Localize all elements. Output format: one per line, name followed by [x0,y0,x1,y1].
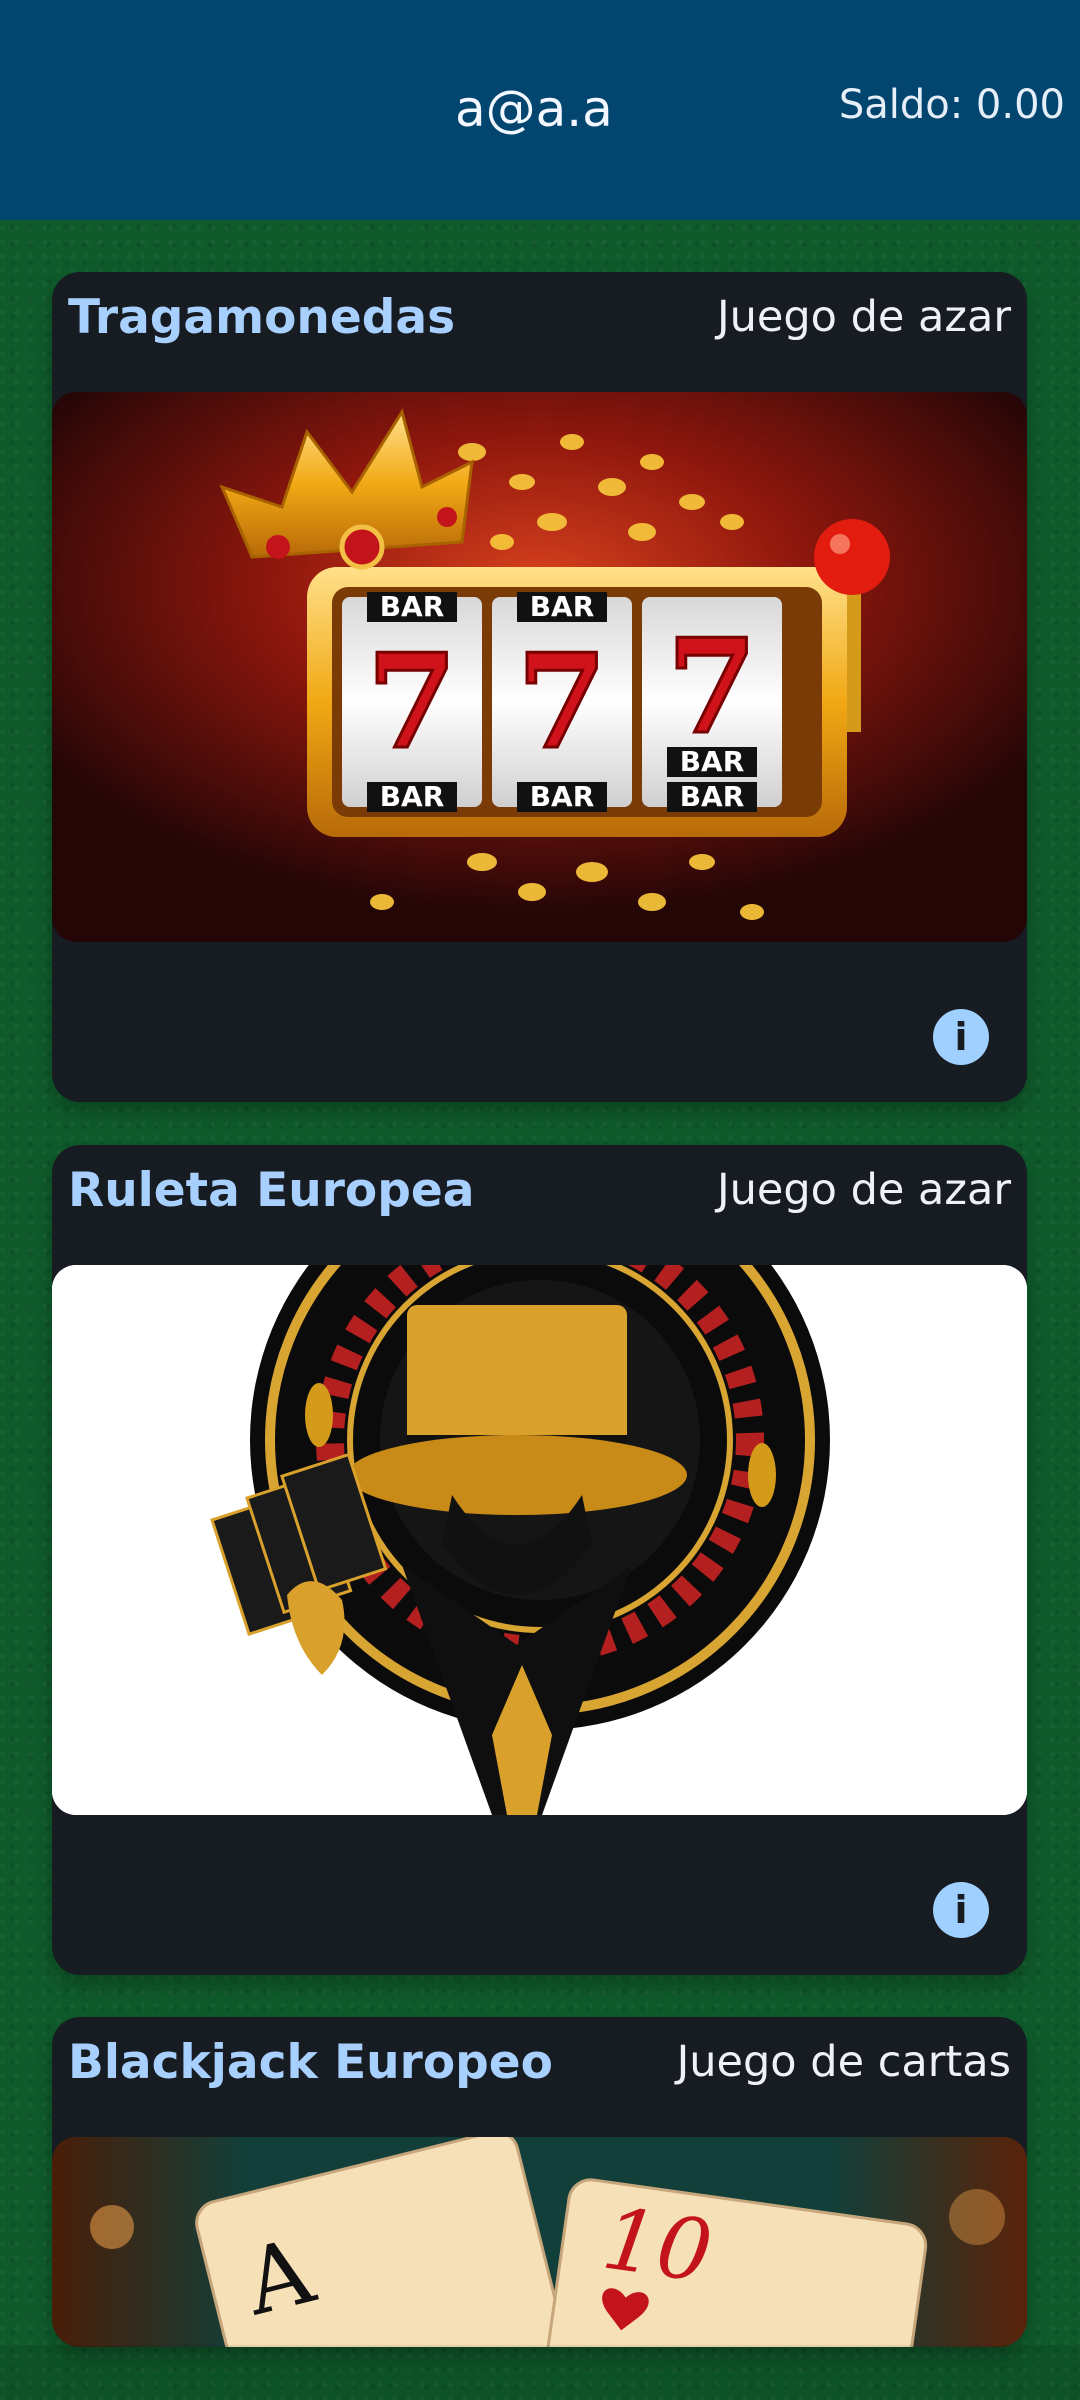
blackjack-image[interactable]: A 10 [52,2137,1027,2347]
info-icon[interactable]: i [933,1882,989,1938]
game-title: Blackjack Europeo [68,2035,553,2090]
reel-bar-label: BAR [380,780,445,813]
user-email: a@a.a [455,80,613,138]
info-icon[interactable]: i [933,1009,989,1065]
reel-bar-label: BAR [530,780,595,813]
bottom-overlay [0,2345,1080,2400]
slot-machine-image[interactable]: BAR BAR BAR BAR BAR BAR 7 7 7 [52,392,1027,942]
game-card-ruleta-europea[interactable]: Ruleta Europea Juego de azar i [52,1145,1027,1975]
game-title: Tragamonedas [68,290,456,345]
game-title: Ruleta Europea [68,1163,475,1218]
game-type: Juego de azar [716,1165,1011,1215]
reel-bar-label: BAR [380,590,445,623]
card-footer: i [52,1815,1027,1975]
reel-bar-label: BAR [680,780,745,813]
card-footer: i [52,942,1027,1102]
card-header: Tragamonedas Juego de azar [52,272,1027,392]
game-card-blackjack-europeo[interactable]: Blackjack Europeo Juego de cartas A 10 [52,2017,1027,2347]
reel-seven: 7 [367,625,457,778]
balance-label: Saldo: 0.00 [838,82,1065,128]
roulette-image[interactable] [52,1265,1027,1815]
reel-seven: 7 [517,625,607,778]
game-card-tragamonedas[interactable]: Tragamonedas Juego de azar BAR BAR BAR B… [52,272,1027,1102]
top-bar: a@a.a Saldo: 0.00 [0,0,1080,220]
card-header: Blackjack Europeo Juego de cartas [52,2017,1027,2137]
game-type: Juego de cartas [676,2037,1011,2087]
game-type: Juego de azar [716,292,1011,342]
reel-bar-label: BAR [530,590,595,623]
reel-seven: 7 [667,610,757,763]
card-ten-text: 10 [597,2189,718,2302]
card-header: Ruleta Europea Juego de azar [52,1145,1027,1265]
